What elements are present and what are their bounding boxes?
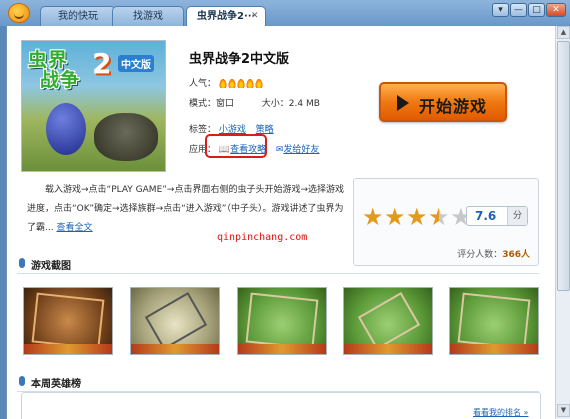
- game-cover-image: 虫界 战争 2 中文版: [21, 40, 166, 172]
- section-marker-icon: [19, 258, 25, 268]
- restore-button[interactable]: □: [528, 3, 545, 17]
- chevron-down-icon: ▾: [498, 5, 503, 15]
- cover-number: 2: [92, 47, 112, 80]
- minimize-icon: —: [514, 5, 523, 15]
- screenshot-thumbnail-5[interactable]: [449, 287, 539, 355]
- tab-current-game[interactable]: 虫界战争2··· ✕: [186, 6, 266, 27]
- tab-close-icon[interactable]: ✕: [251, 12, 260, 21]
- title-bar: 我的快玩 找游戏 虫界战争2··· ✕ ▾ — □ ✕: [0, 0, 570, 27]
- menu-button[interactable]: ▾: [492, 3, 509, 17]
- flame-icon: [227, 78, 236, 88]
- screenshot-art: [31, 292, 105, 350]
- screenshot-art: [357, 292, 421, 350]
- screenshot-thumbnail-1[interactable]: [23, 287, 113, 355]
- score-box: 7.6 分: [466, 206, 528, 226]
- screenshot-ui-bar: [131, 344, 219, 354]
- start-game-button[interactable]: 开始游戏: [379, 82, 507, 122]
- score-unit: 分: [507, 207, 527, 225]
- cover-title-line2: 战争: [40, 69, 81, 91]
- restore-icon: □: [532, 5, 541, 15]
- screenshot-art: [144, 292, 208, 350]
- watermark-text: qinpinchang.com: [217, 232, 308, 243]
- screenshot-thumbnail-3[interactable]: [237, 287, 327, 355]
- beetle-illustration: [94, 113, 158, 161]
- start-game-label: 开始游戏: [419, 97, 488, 116]
- tab-find-games[interactable]: 找游戏: [112, 6, 184, 26]
- close-window-button[interactable]: ✕: [546, 3, 566, 17]
- send-to-friend-link[interactable]: 发给好友: [283, 145, 319, 155]
- size-value: 2.4 MB: [288, 99, 320, 109]
- screenshots-section-header: 游戏截图: [17, 254, 539, 274]
- screenshot-thumbnail-2[interactable]: [130, 287, 220, 355]
- screenshot-art: [457, 292, 531, 350]
- screenshot-ui-bar: [344, 344, 432, 354]
- rating-panel: ★ ★ ★ ★ ★ 7.6 分 评分人数：366人: [353, 178, 539, 266]
- flame-icon: [245, 78, 254, 88]
- section-marker-icon: [19, 376, 25, 386]
- heroes-leaderboard-box: [21, 392, 541, 419]
- tab-my-games[interactable]: 我的快玩: [40, 6, 116, 26]
- view-my-rank-link[interactable]: 看看我的排名 »: [473, 407, 528, 418]
- score-value: 7.6: [475, 209, 497, 223]
- flame-icon: [236, 78, 245, 88]
- screenshot-ui-bar: [450, 344, 538, 354]
- screenshots-section-title: 游戏截图: [31, 261, 71, 272]
- cover-subtitle: 中文版: [118, 55, 154, 72]
- mode-size-row: 模式：窗口 大小：2.4 MB: [189, 96, 320, 109]
- scrollbar-thumb[interactable]: [557, 41, 570, 291]
- size-label: 大小：: [261, 99, 289, 109]
- star-full-icon[interactable]: ★: [406, 205, 428, 229]
- star-full-icon[interactable]: ★: [362, 205, 384, 229]
- heroes-section-header: 本周英雄榜: [17, 372, 539, 392]
- screenshot-art: [245, 292, 319, 350]
- star-rating[interactable]: ★ ★ ★ ★ ★: [362, 205, 472, 229]
- game-description: 载入游戏→点击“PLAY GAME”→点击界面右侧的虫子头开始游戏→选择游戏进度…: [27, 181, 345, 238]
- tab-label: 我的快玩: [58, 11, 98, 22]
- blue-ant-illustration: [46, 103, 86, 155]
- mode-value: 窗口: [216, 99, 235, 109]
- minimize-button[interactable]: —: [510, 3, 527, 17]
- flame-icon: [254, 78, 263, 88]
- mode-label: 模式：: [189, 99, 217, 109]
- tab-label: 虫界战争2···: [197, 11, 256, 22]
- star-full-icon[interactable]: ★: [384, 205, 406, 229]
- app-logo-icon: [8, 3, 30, 23]
- game-detail-panel: 虫界 战争 2 中文版 虫界战争2中文版 人气： 模式：窗口 大小：2.4 MB…: [6, 26, 555, 419]
- star-half-icon[interactable]: ★: [428, 205, 450, 229]
- screenshot-ui-bar: [24, 344, 112, 354]
- guide-highlight-box: [205, 134, 267, 158]
- flame-icons: [218, 78, 264, 89]
- screenshot-thumbnail-4[interactable]: [343, 287, 433, 355]
- popularity-row: 人气：: [189, 76, 264, 89]
- scroll-up-icon[interactable]: ▲: [557, 26, 570, 39]
- read-more-link[interactable]: 查看全文: [56, 223, 92, 233]
- scroll-down-icon[interactable]: ▼: [557, 404, 570, 417]
- heroes-section-title: 本周英雄榜: [31, 379, 81, 390]
- vertical-scrollbar[interactable]: ▲ ▼: [555, 26, 570, 419]
- tab-label: 找游戏: [133, 11, 163, 22]
- popularity-label: 人气：: [189, 79, 217, 89]
- flame-icon: [218, 78, 227, 88]
- close-icon: ✕: [552, 5, 560, 15]
- screenshot-ui-bar: [238, 344, 326, 354]
- game-title: 虫界战争2中文版: [189, 52, 290, 67]
- play-icon: [397, 95, 409, 111]
